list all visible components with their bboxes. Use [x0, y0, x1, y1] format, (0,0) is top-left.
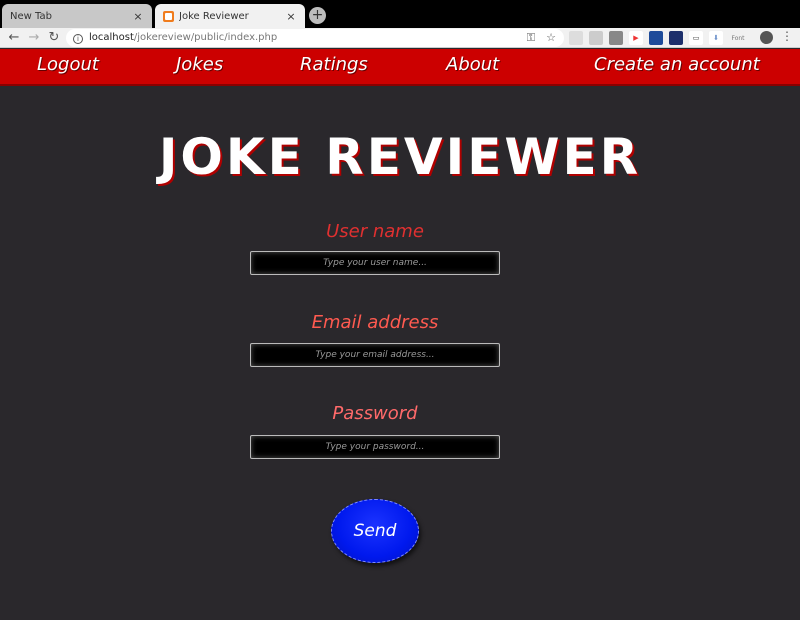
- new-tab-button[interactable]: +: [309, 7, 326, 24]
- download-icon[interactable]: ⬇: [709, 31, 723, 45]
- email-input[interactable]: [250, 343, 500, 367]
- email-label: Email address: [311, 312, 439, 333]
- profile-avatar-icon[interactable]: [760, 31, 773, 44]
- username-input[interactable]: [250, 251, 500, 275]
- extensions-area: ▶ ▭ ⬇ Font: [569, 30, 747, 46]
- menu-icon[interactable]: ⋮: [781, 29, 793, 43]
- nav-jokes[interactable]: Jokes: [176, 54, 223, 75]
- extension-icon[interactable]: ▶: [629, 31, 643, 45]
- monitor-icon[interactable]: ▭: [689, 31, 703, 45]
- tab-title: New Tab: [10, 10, 52, 22]
- info-icon[interactable]: i: [73, 34, 83, 44]
- password-input[interactable]: [250, 435, 500, 459]
- send-button[interactable]: Send: [331, 499, 419, 563]
- bookmark-star-icon[interactable]: ☆: [546, 29, 556, 47]
- nav-about[interactable]: About: [446, 54, 499, 75]
- browser-toolbar: ← → ↻ i localhost/jokereview/public/index…: [0, 28, 800, 48]
- extension-icon[interactable]: [669, 31, 683, 45]
- reload-icon[interactable]: ↻: [46, 30, 62, 46]
- font-extension-icon[interactable]: Font: [729, 35, 747, 42]
- site-navigation: Logout Jokes Ratings About Create an acc…: [0, 49, 800, 86]
- forward-arrow-icon[interactable]: →: [26, 30, 42, 46]
- favicon-icon: [163, 10, 174, 22]
- tab-new-tab[interactable]: New Tab ×: [2, 4, 152, 28]
- nav-logout[interactable]: Logout: [37, 54, 99, 75]
- extension-icon[interactable]: [609, 31, 623, 45]
- extension-icon[interactable]: [589, 31, 603, 45]
- tab-joke-reviewer[interactable]: Joke Reviewer ×: [155, 4, 305, 28]
- browser-tab-strip: New Tab × Joke Reviewer × +: [0, 0, 800, 28]
- username-label: User name: [326, 221, 424, 242]
- page-title: JOKE REVIEWER: [158, 128, 642, 186]
- back-arrow-icon[interactable]: ←: [6, 30, 22, 46]
- password-label: Password: [332, 403, 418, 424]
- extension-icon[interactable]: [569, 31, 583, 45]
- shield-icon[interactable]: [649, 31, 663, 45]
- url-path: /jokereview/public/index.php: [133, 32, 278, 43]
- close-icon[interactable]: ×: [132, 10, 144, 23]
- tab-title: Joke Reviewer: [179, 10, 249, 22]
- close-icon[interactable]: ×: [285, 10, 297, 23]
- nav-ratings[interactable]: Ratings: [300, 54, 368, 75]
- address-bar[interactable]: i localhost/jokereview/public/index.php ⚿…: [66, 29, 564, 47]
- url-host: localhost: [89, 32, 134, 43]
- key-icon[interactable]: ⚿: [527, 29, 535, 47]
- nav-create-account[interactable]: Create an account: [594, 54, 760, 75]
